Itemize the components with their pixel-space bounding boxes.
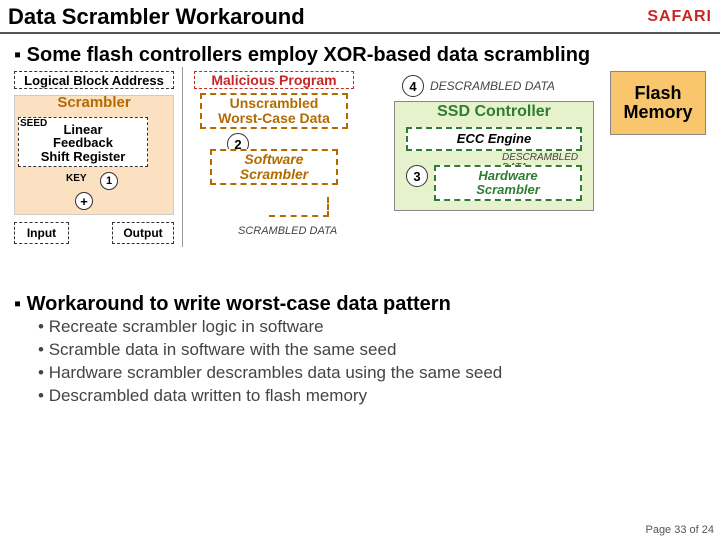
bullet-item: Recreate scrambler logic in software — [38, 316, 706, 339]
input-box: Input — [14, 222, 69, 244]
safari-logo: SAFARI — [647, 8, 712, 26]
flash-memory-box: Flash Memory — [610, 71, 706, 135]
divider — [182, 67, 183, 247]
bullet-item: Hardware scrambler descrambles data usin… — [38, 362, 706, 385]
page-title: Data Scrambler Workaround — [8, 4, 305, 30]
content: Some flash controllers employ XOR-based … — [0, 34, 720, 408]
descrambled-data-label: DESCRAMBLED DATA — [430, 79, 555, 93]
diagram: Logical Block Address Scrambler Linear F… — [14, 67, 706, 277]
xor-icon: + — [75, 192, 93, 210]
software-scrambler-box: Software Scrambler — [210, 149, 338, 185]
bullet-item: Descrambled data written to flash memory — [38, 385, 706, 408]
header: Data Scrambler Workaround SAFARI — [0, 0, 720, 34]
key-label: KEY — [66, 173, 87, 184]
ssd-controller-label: SSD Controller — [414, 103, 574, 121]
page-footer: Page 33 of 24 — [645, 524, 714, 536]
step-4-badge: 4 — [402, 75, 424, 97]
step-1-badge: 1 — [100, 172, 118, 190]
scrambled-data-label: SCRAMBLED DATA — [238, 225, 337, 237]
heading-2: Workaround to write worst-case data patt… — [14, 293, 706, 316]
output-box: Output — [112, 222, 174, 244]
scrambler-label: Scrambler — [14, 94, 174, 111]
worst-case-data-box: Unscrambled Worst-Case Data — [200, 93, 348, 129]
hardware-scrambler-box: Hardware Scrambler — [434, 165, 582, 201]
step-3-badge: 3 — [406, 165, 428, 187]
malicious-program-box: Malicious Program — [194, 71, 354, 89]
lba-box: Logical Block Address — [14, 71, 174, 89]
seed-label: SEED — [20, 118, 47, 129]
bullet-list: Recreate scrambler logic in software Scr… — [38, 316, 706, 408]
flow-arrow — [269, 197, 329, 217]
ecc-engine-box: ECC Engine — [406, 127, 582, 151]
heading-1: Some flash controllers employ XOR-based … — [14, 44, 706, 67]
bullet-item: Scramble data in software with the same … — [38, 339, 706, 362]
